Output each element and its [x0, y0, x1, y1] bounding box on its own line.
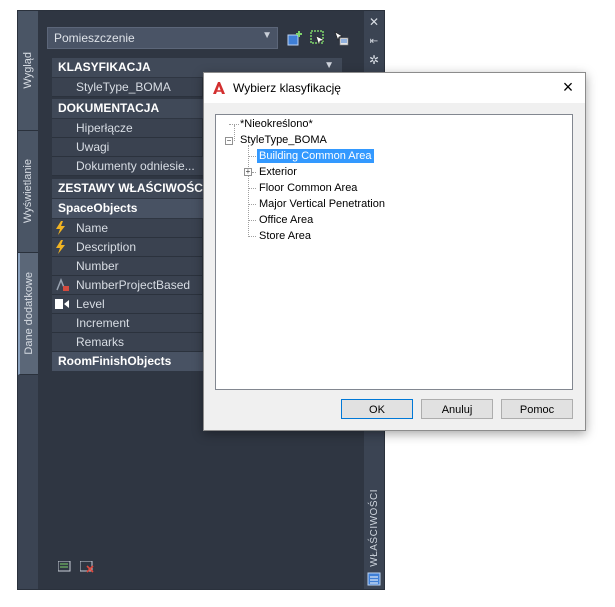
prop-name: StyleType_BOMA [52, 78, 202, 97]
prop-name: Remarks [52, 333, 202, 352]
prop-name-label: Description [76, 240, 137, 254]
chevron-down-icon: ▼ [262, 30, 272, 41]
tab-wyswietlanie[interactable]: Wyświetlanie [18, 131, 38, 253]
prop-name: NumberProjectBased [52, 276, 202, 295]
dialog-title: Wybierz klasyfikację [233, 81, 341, 95]
tree-item-store-area[interactable]: Store Area [259, 229, 311, 243]
remove-property-sets-icon[interactable] [80, 561, 94, 573]
collapse-icon[interactable]: − [225, 137, 233, 145]
tree-item-unspecified[interactable]: *Nieokreślono* [240, 117, 313, 131]
tab-dane-dodatkowe[interactable]: Dane dodatkowe [18, 253, 38, 375]
tree-connector [252, 172, 256, 173]
tree-connector [248, 188, 256, 189]
select-objects-icon[interactable] [309, 29, 327, 47]
tree-connector [234, 125, 235, 141]
prop-name: Name [52, 219, 202, 238]
prop-name: Uwagi [52, 138, 202, 157]
properties-palette-icon[interactable] [367, 572, 381, 586]
dialog-close-icon[interactable]: × [559, 78, 577, 96]
level-icon [55, 299, 69, 309]
close-icon[interactable]: ✕ [367, 15, 381, 29]
add-property-set-icon[interactable] [286, 29, 304, 47]
prop-name: Hiperłącze [52, 119, 202, 138]
ok-button[interactable]: OK [341, 399, 413, 419]
prop-name: Level [52, 295, 202, 314]
help-button[interactable]: Pomoc [501, 399, 573, 419]
prop-name: Description [52, 238, 202, 257]
lightning-icon [56, 221, 65, 235]
dialog-titlebar[interactable]: Wybierz klasyfikację × [204, 73, 585, 103]
classification-tree[interactable]: *Nieokreślono* − StyleType_BOMA Building… [215, 114, 573, 390]
cancel-button[interactable]: Anuluj [421, 399, 493, 419]
prop-name-label: Level [76, 297, 105, 311]
prop-name-label: NumberProjectBased [76, 278, 191, 292]
prop-name: Number [52, 257, 202, 276]
tree-item-building-common-area[interactable]: Building Common Area [257, 149, 374, 163]
tree-connector [248, 220, 256, 221]
section-spaceobjects-title: SpaceObjects [58, 201, 138, 215]
palette-vertical-title: WŁAŚCIWOŚCI [367, 483, 381, 573]
tab-dane-dodatkowe-label: Dane dodatkowe [23, 272, 35, 355]
object-type-dropdown[interactable]: Pomieszczenie ▼ [47, 27, 278, 49]
edit-property-sets-icon[interactable] [58, 561, 72, 573]
tree-item-floor-common-area[interactable]: Floor Common Area [259, 181, 357, 195]
chevron-down-icon: ▼ [324, 60, 334, 71]
object-type-value: Pomieszczenie [54, 31, 135, 45]
prop-name-label: Name [76, 221, 109, 235]
prop-name: Increment [52, 314, 202, 333]
lightning-icon [56, 240, 65, 254]
palette-title-label: WŁAŚCIWOŚCI [368, 489, 380, 567]
tree-connector [248, 156, 256, 157]
tree-connector [248, 204, 256, 205]
tree-connector [248, 145, 249, 237]
select-classification-dialog: Wybierz klasyfikację × *Nieokreślono* − … [203, 72, 586, 431]
formula-icon [56, 278, 69, 291]
quick-select-icon[interactable] [332, 29, 350, 47]
tree-item-major-vertical-penetration[interactable]: Major Vertical Penetration [259, 197, 385, 211]
auto-hide-icon[interactable]: ⇤ [367, 34, 381, 48]
gear-icon[interactable]: ✲ [367, 53, 381, 67]
autocad-logo-icon [213, 82, 225, 94]
expand-icon[interactable]: + [244, 168, 252, 176]
tab-wyglad-label: Wygląd [22, 52, 34, 89]
section-dokumentacja-title: DOKUMENTACJA [58, 101, 160, 115]
section-zestawy-title: ZESTAWY WŁAŚCIWOŚCI [58, 181, 207, 195]
section-klasyfikacja-title: KLASYFIKACJA [58, 60, 151, 74]
tab-wyglad[interactable]: Wygląd [18, 11, 38, 131]
tree-item-office-area[interactable]: Office Area [259, 213, 313, 227]
section-roomfinish-title: RoomFinishObjects [58, 354, 172, 368]
tree-connector [248, 236, 256, 237]
tab-wyswietlanie-label: Wyświetlanie [22, 159, 34, 224]
prop-name: Dokumenty odniesie... [52, 157, 212, 176]
tree-item-styletype-boma[interactable]: StyleType_BOMA [240, 133, 327, 147]
tree-item-exterior[interactable]: Exterior [259, 165, 297, 179]
